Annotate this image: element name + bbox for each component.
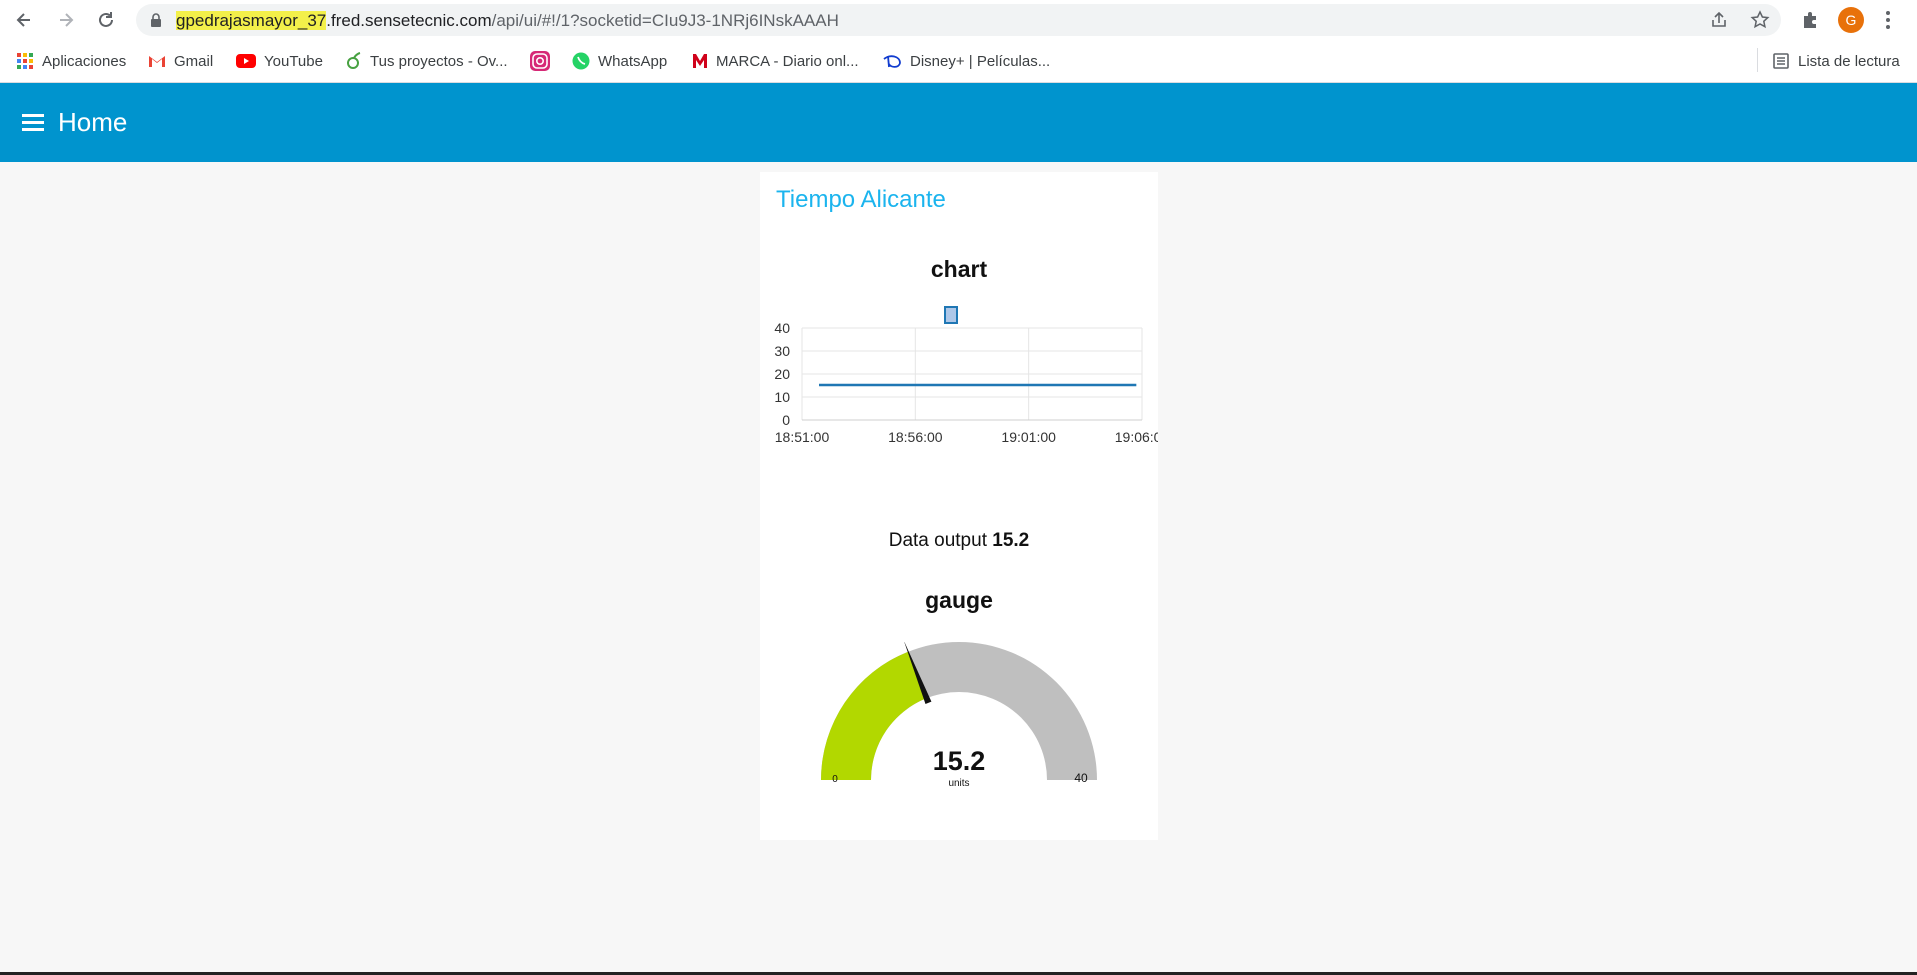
chart-y-tick-label: 10 (774, 389, 790, 405)
bookmark-youtube[interactable]: YouTube (236, 50, 323, 72)
gauge: 15.2 units 0 40 (821, 642, 1097, 789)
reading-list-button[interactable]: Lista de lectura (1772, 50, 1900, 72)
gauge-min-label: 0 (832, 774, 838, 785)
bookmarks-bar: Aplicaciones Gmail YouTube Tus proyectos… (0, 40, 1917, 83)
profile-avatar[interactable]: G (1838, 7, 1864, 33)
chart-title: chart (930, 256, 988, 282)
reload-icon[interactable] (92, 6, 120, 34)
bookmark-label: Aplicaciones (42, 52, 127, 70)
whatsapp-icon (572, 52, 590, 70)
forward-icon[interactable] (52, 6, 80, 34)
bookmark-aplicaciones[interactable]: Aplicaciones (16, 50, 126, 72)
bookmark-instagram[interactable] (530, 50, 550, 72)
disney-icon (883, 55, 901, 68)
bookmark-disney[interactable]: Disney+ | Películas... (882, 50, 1050, 72)
marca-icon (693, 54, 707, 68)
menu-icon[interactable] (22, 114, 44, 135)
page-title: Home (58, 107, 128, 137)
url-highlight: gpedrajasmayor_37 (176, 11, 327, 30)
back-icon[interactable] (10, 6, 38, 34)
share-icon[interactable] (1710, 11, 1728, 29)
chart-x-tick-label: 19:06:00 (1115, 429, 1158, 445)
bookmark-label: Disney+ | Películas... (910, 52, 1051, 70)
extensions-icon[interactable] (1800, 10, 1820, 30)
address-bar[interactable]: gpedrajasmayor_37.fred.sensetecnic.com/a… (136, 4, 1781, 36)
bookmark-label: Gmail (174, 52, 214, 70)
browser-toolbar: gpedrajasmayor_37.fred.sensetecnic.com/a… (0, 0, 1917, 40)
bookmark-label: WhatsApp (598, 52, 668, 70)
chart-x-tick-label: 19:01:00 (1001, 429, 1056, 445)
gauge-max-label: 40 (1074, 771, 1088, 785)
reading-list-label: Lista de lectura (1798, 52, 1900, 70)
lock-icon (151, 13, 161, 27)
instagram-icon (530, 51, 550, 71)
chart-y-tick-label: 0 (782, 412, 790, 428)
apps-grid-icon (17, 53, 33, 69)
gauge-title: gauge (925, 587, 993, 613)
chart-y-tick-label: 40 (774, 322, 790, 336)
star-icon[interactable] (1750, 10, 1770, 30)
group-title: Tiempo Alicante (776, 186, 946, 213)
bookmark-label: YouTube (264, 52, 323, 70)
more-icon[interactable] (1885, 10, 1891, 30)
gauge-units: units (948, 778, 969, 789)
chart-y-tick-label: 30 (774, 343, 790, 359)
gauge-value: 15.2 (933, 746, 986, 776)
chart-x-tick-label: 18:56:00 (888, 429, 943, 445)
url-text[interactable]: gpedrajasmayor_37.fred.sensetecnic.com/a… (176, 11, 839, 31)
reading-list-icon (1773, 53, 1789, 69)
youtube-icon (236, 54, 256, 68)
gmail-icon (149, 56, 165, 67)
chart-y-tick-label: 20 (774, 366, 790, 382)
text-output-label: Data output (888, 530, 987, 551)
bookmark-label: MARCA - Diario onl... (716, 52, 859, 70)
bookmark-label: Tus proyectos - Ov... (370, 52, 508, 70)
url-host: .fred.sensetecnic.com (326, 11, 492, 30)
bookmark-whatsapp[interactable]: WhatsApp (572, 50, 667, 72)
bookmark-overleaf[interactable]: Tus proyectos - Ov... (346, 50, 508, 72)
bookmarks-divider (1757, 48, 1758, 72)
text-output-value: 15.2 (992, 530, 1030, 551)
bookmark-gmail[interactable]: Gmail (148, 50, 213, 72)
dashboard-group-card: Tiempo Alicante chart 0 10 20 30 40 18:51:00 1… (760, 172, 1158, 840)
chart-x-tick-label: 18:51:00 (775, 429, 830, 445)
overleaf-icon (347, 52, 361, 69)
bookmark-marca[interactable]: MARCA - Diario onl... (692, 50, 859, 72)
url-path: /api/ui/#!/1?socketid=CIu9J3-1NRj6INskAA… (491, 11, 839, 30)
app-toolbar: Home (0, 83, 1917, 162)
line-chart: 0 10 20 30 40 18:51:00 18:56:00 19:01:00 19:06:0… (774, 322, 1158, 445)
text-output: Data output 15.2 (760, 530, 1158, 552)
gauge-fill (821, 651, 927, 780)
